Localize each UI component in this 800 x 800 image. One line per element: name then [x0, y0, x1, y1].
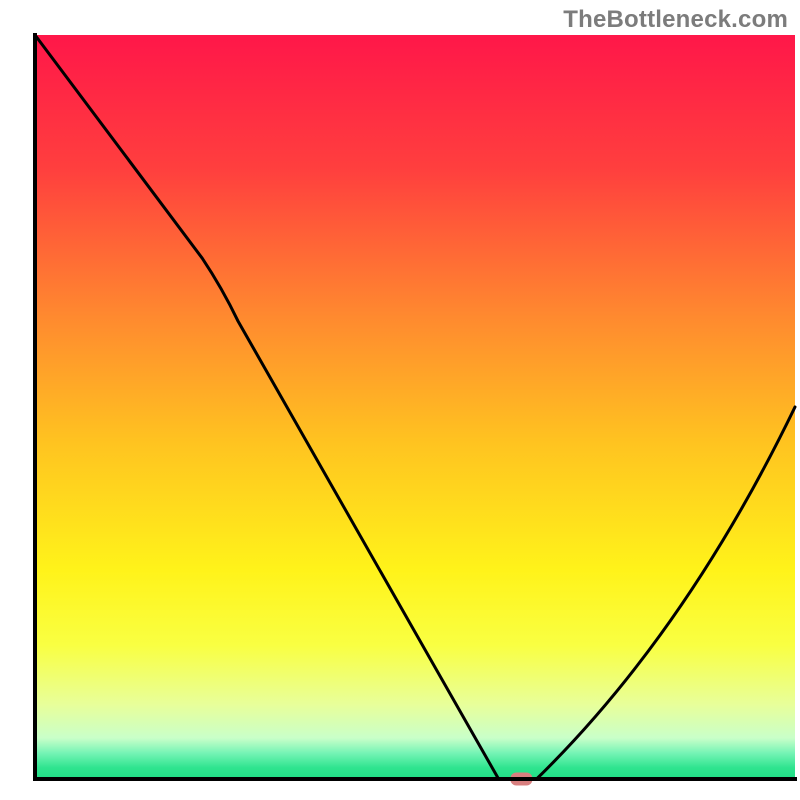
bottleneck-chart: [0, 0, 800, 800]
plot-background: [35, 35, 795, 779]
watermark-text: TheBottleneck.com: [563, 6, 788, 34]
chart-container: TheBottleneck.com: [0, 0, 800, 800]
